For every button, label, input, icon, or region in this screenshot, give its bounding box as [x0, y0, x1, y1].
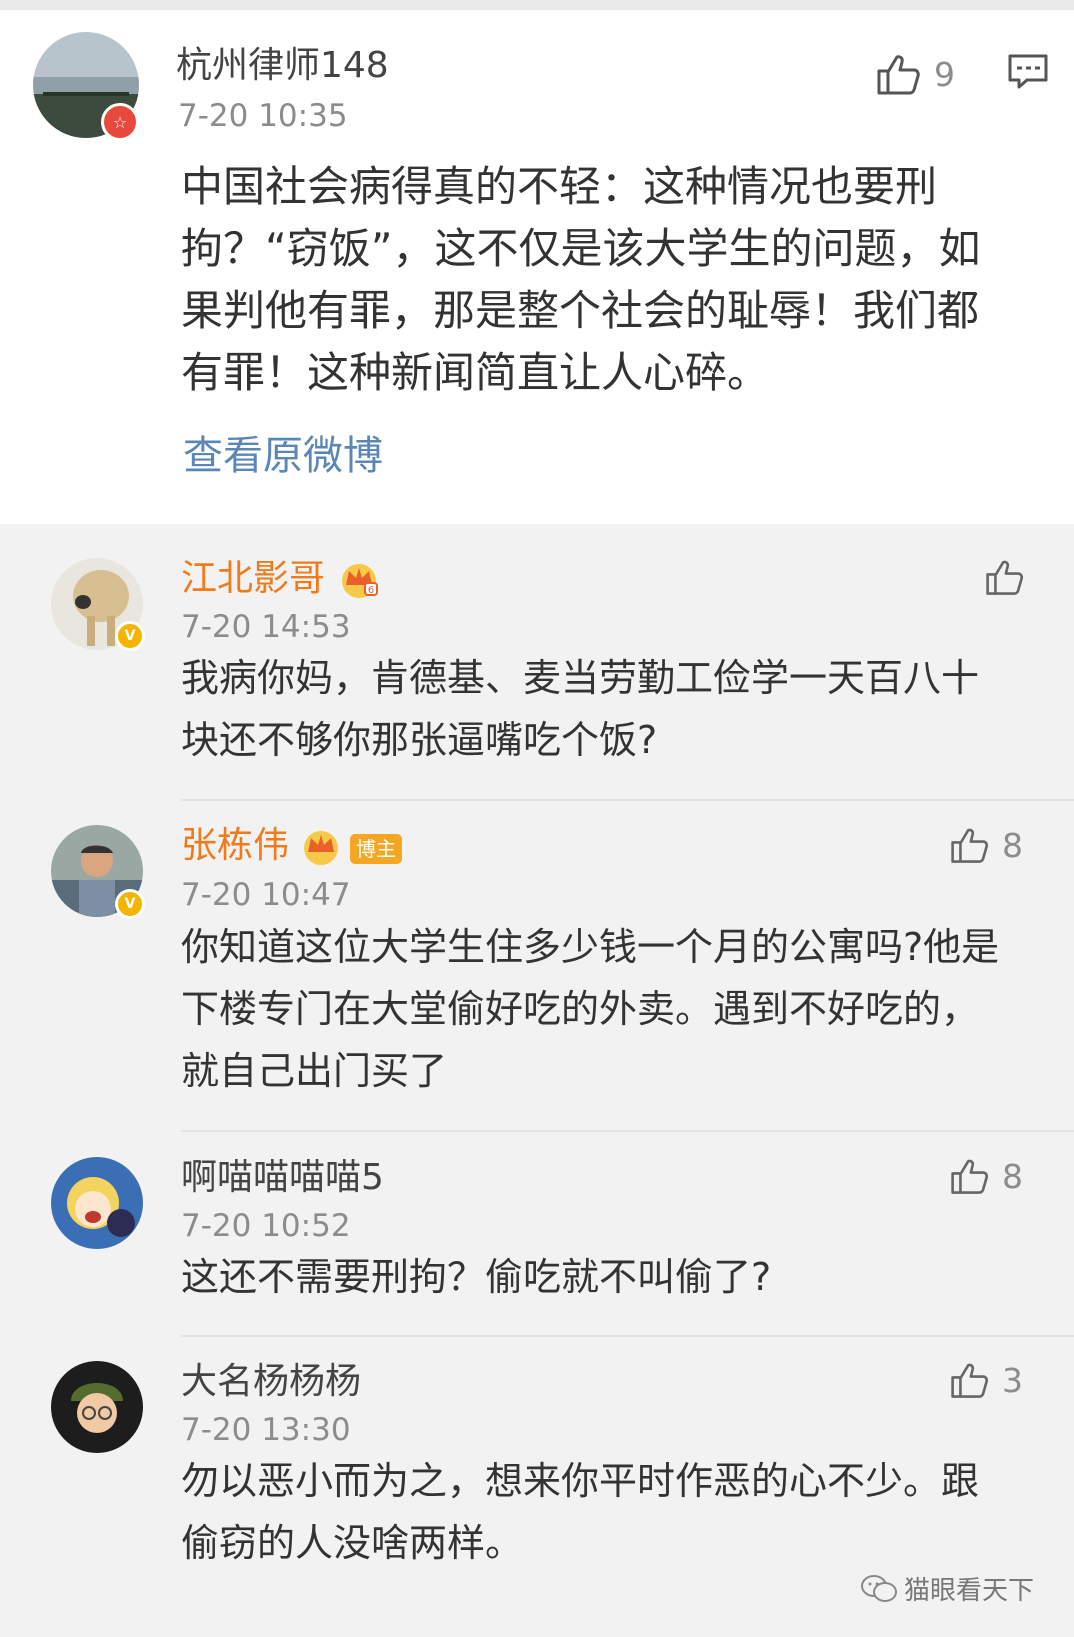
- avatar[interactable]: [51, 1361, 143, 1453]
- like-button[interactable]: 8: [950, 1156, 1023, 1196]
- reply-timestamp: 7-20 14:53: [181, 609, 351, 645]
- thumbs-up-icon: [986, 560, 1024, 595]
- reply-username[interactable]: 啊喵喵喵喵5: [181, 1156, 384, 1199]
- reply-text: 这还不需要刑拘？偷吃就不叫偷了?: [181, 1255, 772, 1299]
- divider: [181, 799, 1074, 801]
- like-button[interactable]: 8: [950, 825, 1023, 865]
- thumbs-up-icon: [951, 1363, 989, 1398]
- reply-text: 你知道这位大学生住多少钱一个月的公寓吗?他是下楼专门在大堂偷好吃的外卖。遇到不好…: [181, 925, 1000, 1093]
- like-button[interactable]: 3: [950, 1360, 1023, 1400]
- reply-timestamp: 7-20 10:52: [181, 1208, 351, 1244]
- top-strip: [0, 0, 1074, 10]
- divider: [181, 1130, 1074, 1132]
- replies-section: V 江北影哥 6 7-20 14:53 我病你妈，肯德基、麦当劳勤工俭学一天百八…: [0, 524, 1074, 1637]
- like-count: 3: [1002, 1360, 1023, 1400]
- verified-v-icon: V: [115, 621, 145, 651]
- view-original-link[interactable]: 查看原微博: [183, 423, 383, 481]
- main-post-text: 中国社会病得真的不轻：这种情况也要刑拘？“窃饭”，这不仅是该大学生的问题，如果判…: [181, 162, 981, 397]
- reply-text: 勿以恶小而为之，想来你平时作恶的心不少。跟偷窃的人没啥两样。: [181, 1459, 980, 1565]
- vip-crown-icon: [304, 831, 338, 865]
- comment-button[interactable]: [1007, 52, 1049, 96]
- like-count: 9: [934, 54, 955, 94]
- thumbs-up-icon: [877, 55, 920, 95]
- main-post-timestamp: 7-20 10:35: [178, 98, 348, 134]
- wechat-icon: [861, 1574, 897, 1602]
- reply-username[interactable]: 大名杨杨杨: [181, 1360, 361, 1403]
- watermark-text: 猫眼看天下: [904, 1576, 1035, 1606]
- like-count: 8: [1002, 825, 1023, 865]
- comment-icon: [1008, 54, 1048, 89]
- like-count: 8: [1002, 1156, 1023, 1196]
- main-post: ☆ 杭州律师148 7-20 10:35 9 中国社会病得真的不轻：这种情况也要…: [0, 10, 1074, 524]
- verified-v-icon: V: [115, 889, 145, 919]
- verified-badge-icon: ☆: [101, 103, 139, 141]
- thumbs-up-icon: [951, 828, 989, 863]
- blogger-tag: 博主: [350, 834, 402, 864]
- like-button[interactable]: [985, 557, 1037, 597]
- reply-text: 我病你妈，肯德基、麦当劳勤工俭学一天百八十块还不够你那张逼嘴吃个饭?: [181, 656, 980, 762]
- watermark: 猫眼看天下: [860, 1570, 1034, 1607]
- vip-crown-icon: 6: [342, 564, 378, 598]
- svg-text:6: 6: [368, 585, 374, 596]
- divider: [181, 1335, 1074, 1337]
- reply-username[interactable]: 江北影哥: [181, 557, 325, 600]
- like-button[interactable]: 9: [876, 52, 955, 96]
- thumbs-up-icon: [951, 1159, 989, 1194]
- reply-timestamp: 7-20 13:30: [181, 1412, 351, 1448]
- reply-timestamp: 7-20 10:47: [181, 877, 351, 913]
- avatar[interactable]: [51, 1157, 143, 1249]
- reply-username[interactable]: 张栋伟: [181, 824, 289, 867]
- main-post-username[interactable]: 杭州律师148: [176, 44, 389, 87]
